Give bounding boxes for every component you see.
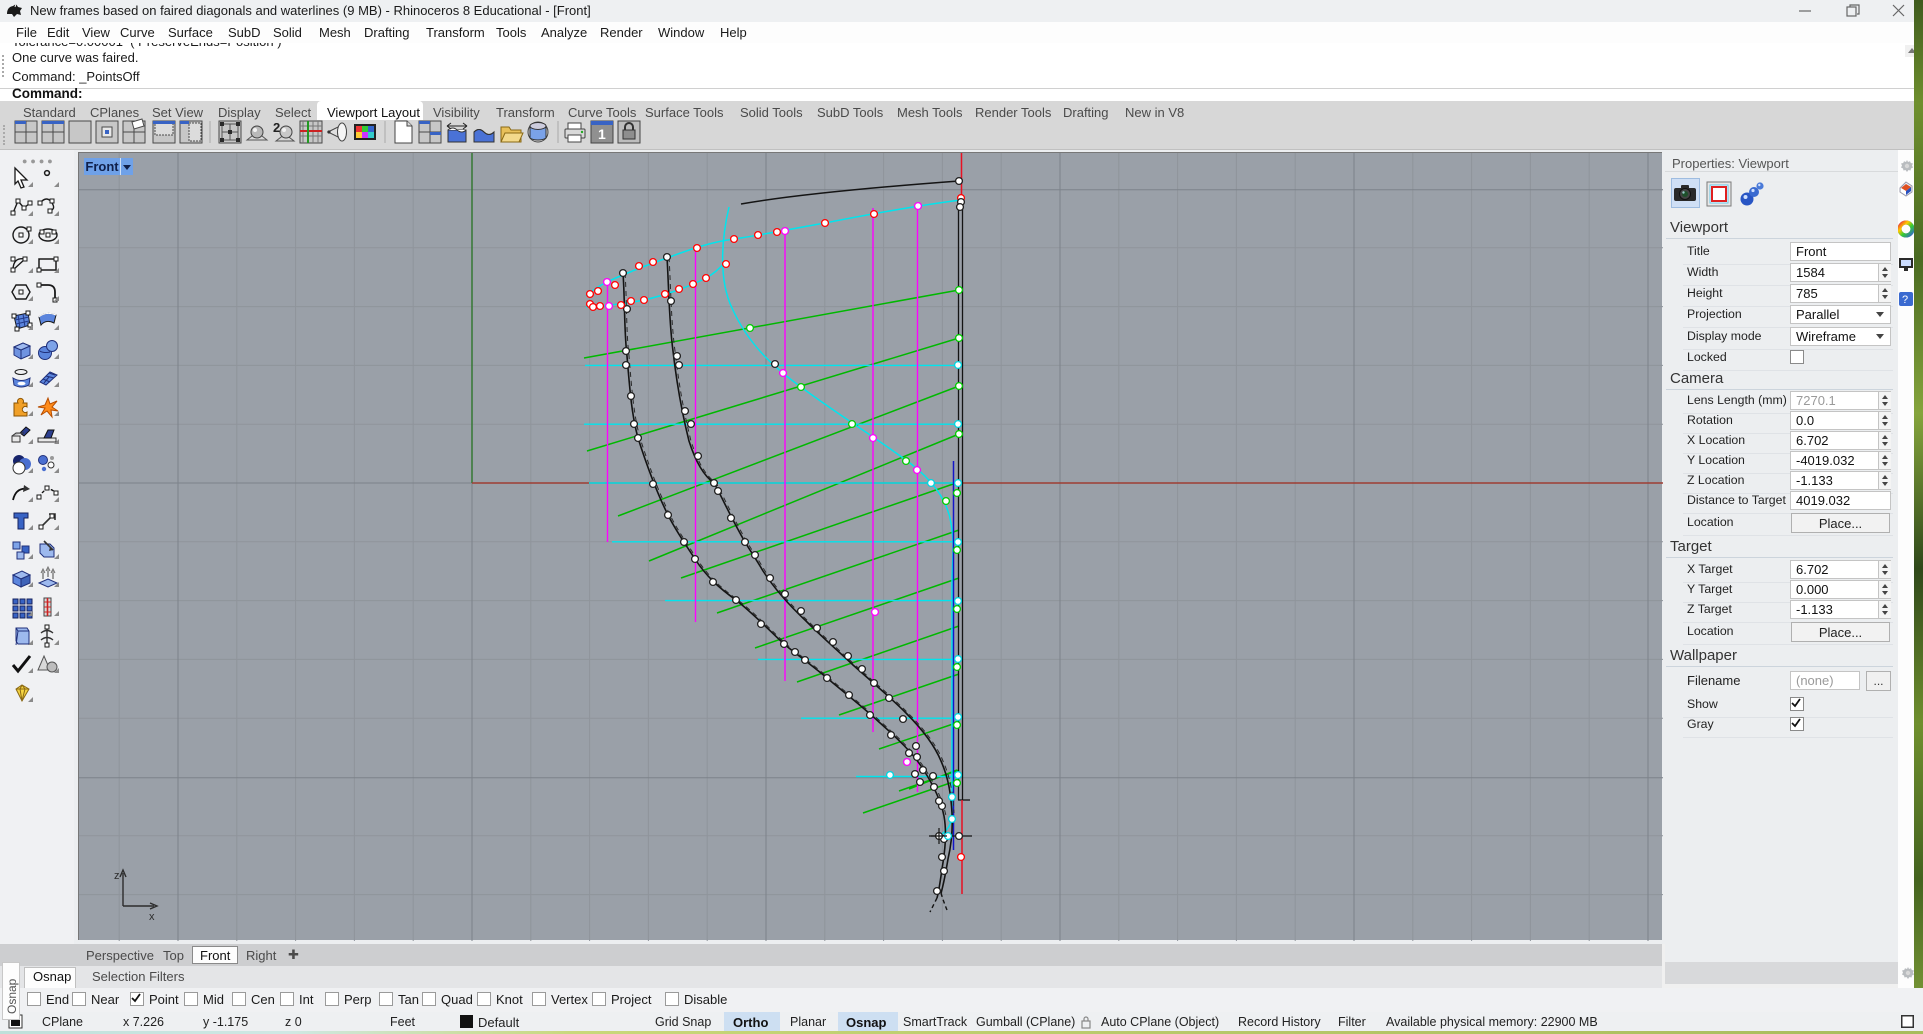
svg-text:z: z [114,870,120,882]
svg-text:1: 1 [598,126,606,142]
svg-text:x: x [149,911,155,923]
svg-text:?: ? [1902,294,1908,306]
svg-text:2: 2 [273,120,280,135]
